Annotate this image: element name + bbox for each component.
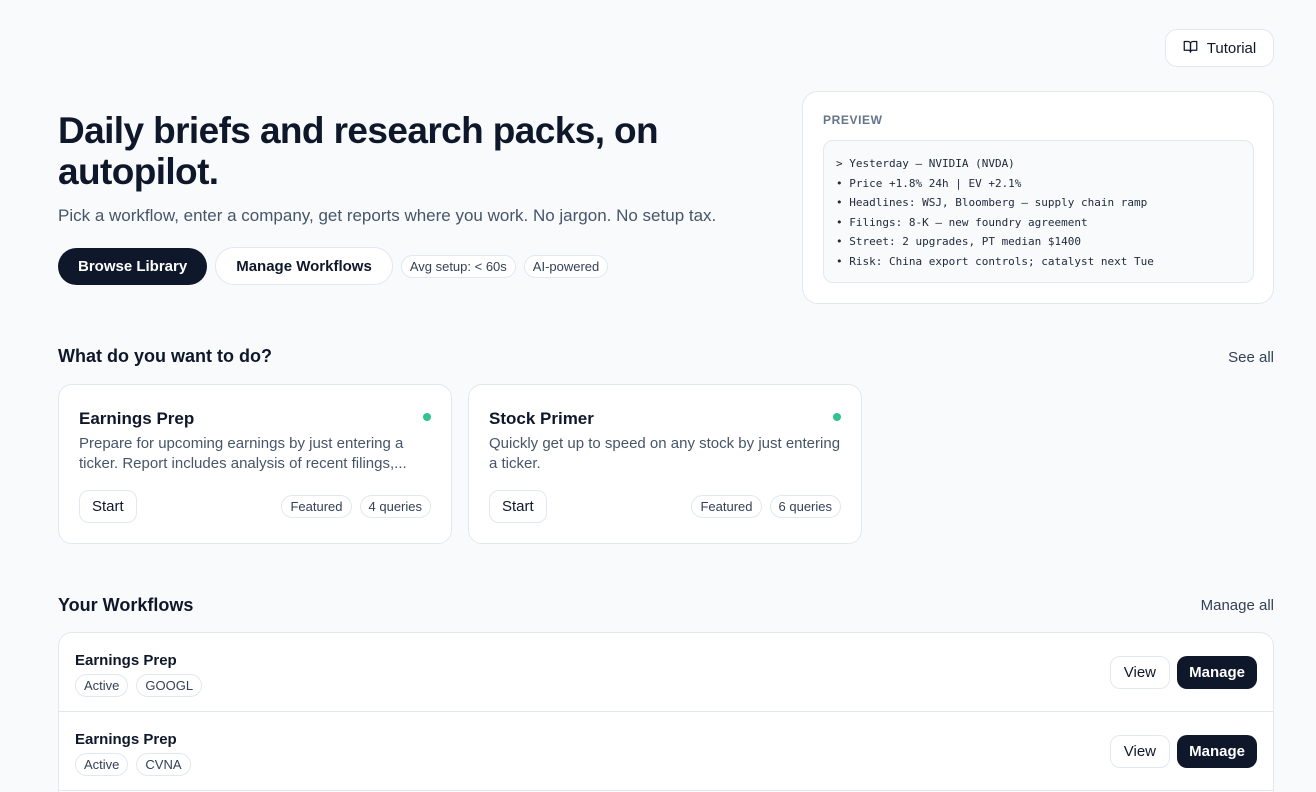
workflow-row-name: Earnings Prep (75, 652, 177, 669)
workflow-card-tags: Featured 6 queries (691, 495, 841, 518)
book-open-icon (1183, 39, 1198, 58)
tutorial-button[interactable]: Tutorial (1165, 29, 1274, 67)
workflows-list: Earnings Prep Active GOOGL View Manage E… (58, 632, 1274, 792)
preview-label: PREVIEW (823, 113, 883, 127)
your-workflows-title: Your Workflows (58, 595, 194, 615)
view-button[interactable]: View (1109, 656, 1170, 689)
browse-library-button[interactable]: Browse Library (58, 247, 208, 285)
query-count-badge: 4 queries (359, 495, 431, 518)
workflow-card-title: Earnings Prep (79, 409, 195, 428)
preview-line: • Street: 2 upgrades, PT median $1400 (836, 235, 1082, 249)
workflow-card-title: Stock Primer (489, 409, 594, 428)
status-badge: Active (75, 674, 129, 697)
workflow-row: Earnings Prep Active CVNA View Manage (59, 712, 1273, 791)
start-button[interactable]: Start (489, 490, 547, 523)
preview-line: • Risk: China export controls; catalyst … (836, 254, 1154, 268)
workflow-card-stock-primer[interactable]: Stock Primer Quickly get up to speed on … (468, 384, 862, 544)
hero-actions: Browse Library Manage Workflows Avg setu… (58, 247, 609, 285)
workflow-row-tags: Active CVNA (75, 753, 191, 776)
status-dot-icon (833, 413, 841, 421)
view-button[interactable]: View (1109, 735, 1170, 768)
hero-subtitle: Pick a workflow, enter a company, get re… (58, 206, 717, 225)
query-count-badge: 6 queries (769, 495, 841, 518)
avg-setup-chip: Avg setup: < 60s (400, 254, 516, 278)
todo-section-title: What do you want to do? (58, 346, 272, 366)
preview-line: > Yesterday — NVIDIA (NVDA) (836, 157, 1015, 170)
ticker-badge: CVNA (136, 753, 191, 776)
status-dot-icon (423, 413, 431, 421)
workflow-row-tags: Active GOOGL (75, 674, 203, 697)
manage-workflows-button[interactable]: Manage Workflows (215, 247, 393, 285)
featured-badge: Featured (691, 495, 762, 518)
manage-all-link[interactable]: Manage all (1201, 597, 1274, 614)
page: Tutorial Daily briefs and research packs… (0, 0, 1316, 792)
tutorial-label: Tutorial (1206, 39, 1257, 57)
preview-line: • Price +1.8% 24h | EV +2.1% (836, 176, 1022, 190)
start-button[interactable]: Start (79, 490, 137, 523)
ai-powered-chip: AI-powered (523, 254, 609, 278)
status-badge: Active (75, 753, 129, 776)
preview-terminal: > Yesterday — NVIDIA (NVDA) • Price +1.8… (823, 140, 1254, 283)
workflow-card-tags: Featured 4 queries (281, 495, 431, 518)
manage-button[interactable]: Manage (1177, 656, 1257, 689)
workflow-row: Earnings Prep Active GOOGL View Manage (59, 633, 1273, 712)
preview-line: • Filings: 8-K — new foundry agreement (836, 215, 1088, 229)
workflow-card-description: Prepare for upcoming earnings by just en… (79, 435, 407, 472)
manage-button[interactable]: Manage (1177, 735, 1257, 768)
workflow-row-name: Earnings Prep (75, 731, 177, 748)
workflow-card-description: Quickly get up to speed on any stock by … (489, 435, 841, 472)
preview-line: • Headlines: WSJ, Bloomberg — supply cha… (836, 196, 1148, 210)
preview-card: PREVIEW > Yesterday — NVIDIA (NVDA) • Pr… (802, 91, 1274, 304)
featured-badge: Featured (281, 495, 352, 518)
see-all-link[interactable]: See all (1228, 349, 1274, 366)
workflow-card-earnings-prep[interactable]: Earnings Prep Prepare for upcoming earni… (58, 384, 452, 544)
ticker-badge: GOOGL (136, 674, 203, 697)
hero-title: Daily briefs and research packs, on auto… (58, 110, 659, 192)
